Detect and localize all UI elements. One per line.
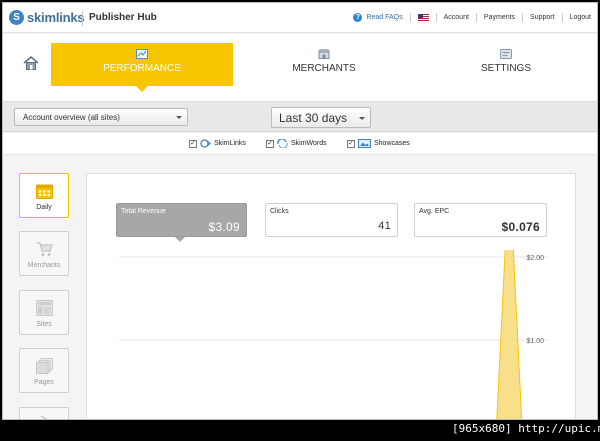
tab-merchants[interactable]: MERCHANTS xyxy=(233,43,415,86)
sidebar-daily-label: Daily xyxy=(36,204,52,211)
cart-icon xyxy=(36,242,53,256)
support-link[interactable]: Support xyxy=(530,14,555,21)
sidebar-item-pages[interactable]: Pages xyxy=(19,348,69,393)
revenue-chart: $1.00$2.00$3.00 xyxy=(119,250,547,419)
home-icon[interactable] xyxy=(23,55,39,71)
pages-icon xyxy=(35,358,53,374)
app-window: S skimlinks Publisher Hub ? Read FAQs Ac… xyxy=(2,2,598,420)
link-divider xyxy=(522,13,524,22)
tab-settings[interactable]: SETTINGS xyxy=(415,43,597,86)
skimwords-checkbox[interactable]: ✓ xyxy=(266,139,274,148)
skimwords-label: SkimWords xyxy=(291,140,327,147)
brand-name[interactable]: skimlinks xyxy=(27,10,85,25)
date-range-value: Last 30 days xyxy=(279,111,348,125)
sidebar-pages-label: Pages xyxy=(34,379,54,386)
active-tab-pointer xyxy=(136,86,148,92)
performance-panel: Total Revenue $3.09 Clicks 41 Avg. EPC $… xyxy=(86,173,576,419)
active-card-pointer xyxy=(175,237,185,242)
link-divider xyxy=(561,13,563,22)
tab-performance-label: PERFORMANCE xyxy=(103,63,181,74)
logo-divider xyxy=(82,11,83,26)
top-header: S skimlinks Publisher Hub ? Read FAQs Ac… xyxy=(3,3,597,33)
skimwords-filter[interactable]: ✓ SkimWords xyxy=(266,139,327,148)
site-select-value: Account overview (all sites) xyxy=(23,113,120,122)
y-tick-label: $2.00 xyxy=(526,255,544,262)
us-flag-icon[interactable] xyxy=(417,14,429,21)
read-faqs-link[interactable]: Read FAQs xyxy=(366,14,402,21)
help-icon[interactable]: ? xyxy=(353,13,363,22)
sidebar-sites-label: Sites xyxy=(36,321,52,328)
showcases-icon xyxy=(358,139,371,148)
filter-bar: Account overview (all sites) Last 30 day… xyxy=(3,102,597,132)
showcases-filter[interactable]: ✓ Showcases xyxy=(347,139,410,148)
chart-icon xyxy=(136,49,148,59)
showcases-label: Showcases xyxy=(374,140,410,147)
sidebar-item-more[interactable] xyxy=(19,407,69,419)
tab-settings-label: SETTINGS xyxy=(480,63,531,74)
sidebar-item-merchants[interactable]: Merchants xyxy=(19,231,69,276)
payments-link[interactable]: Payments xyxy=(484,14,515,21)
sidebar-item-daily[interactable]: Daily xyxy=(19,173,69,218)
total-revenue-card[interactable]: Total Revenue $3.09 xyxy=(116,203,247,237)
watermark-text: [965x680] http://upic.me/ xyxy=(452,422,600,435)
date-range-select[interactable]: Last 30 days xyxy=(271,107,371,128)
layout-icon xyxy=(35,300,53,316)
avg-epc-value: $0.076 xyxy=(501,220,540,234)
tab-performance[interactable]: PERFORMANCE xyxy=(51,43,233,86)
clicks-label: Clicks xyxy=(270,208,289,215)
clicks-card[interactable]: Clicks 41 xyxy=(265,203,398,237)
calendar-icon xyxy=(35,184,53,199)
total-revenue-value: $3.09 xyxy=(208,220,240,234)
main-nav: PERFORMANCE MERCHANTS SETTINGS xyxy=(3,34,597,102)
y-tick-label: $1.00 xyxy=(526,338,544,345)
total-revenue-label: Total Revenue xyxy=(121,208,166,215)
product-filter-row: ✓ SkimLinks ✓ SkimWords ✓ Showcases xyxy=(3,133,597,155)
top-links: ? Read FAQs Account Payments Support Log… xyxy=(353,13,591,22)
sidebar-item-sites[interactable]: Sites xyxy=(19,290,69,335)
settings-icon xyxy=(500,49,512,59)
clicks-value: 41 xyxy=(378,220,391,232)
account-link[interactable]: Account xyxy=(444,14,469,21)
skimlinks-icon xyxy=(200,139,211,148)
skimlinks-filter[interactable]: ✓ SkimLinks xyxy=(189,139,246,148)
skimlinks-checkbox[interactable]: ✓ xyxy=(189,139,197,148)
skimlinks-logo-icon[interactable]: S xyxy=(9,10,24,25)
logout-link[interactable]: Logout xyxy=(570,14,591,21)
tab-merchants-label: MERCHANTS xyxy=(292,63,356,74)
link-divider xyxy=(475,13,477,22)
avg-epc-card[interactable]: Avg. EPC $0.076 xyxy=(414,203,547,237)
revenue-area xyxy=(496,250,523,419)
hub-title: Publisher Hub xyxy=(89,12,157,23)
site-select[interactable]: Account overview (all sites) xyxy=(14,108,188,126)
arrow-icon xyxy=(40,415,48,419)
sidebar-merchants-label: Merchants xyxy=(27,262,61,269)
avg-epc-label: Avg. EPC xyxy=(419,208,450,215)
chevron-down-icon xyxy=(176,116,182,119)
skimwords-icon xyxy=(277,139,288,148)
skimlinks-label: SkimLinks xyxy=(214,140,246,147)
store-icon xyxy=(318,49,330,59)
showcases-checkbox[interactable]: ✓ xyxy=(347,139,355,148)
chevron-down-icon xyxy=(359,117,365,120)
link-divider xyxy=(409,13,411,22)
link-divider xyxy=(435,13,437,22)
